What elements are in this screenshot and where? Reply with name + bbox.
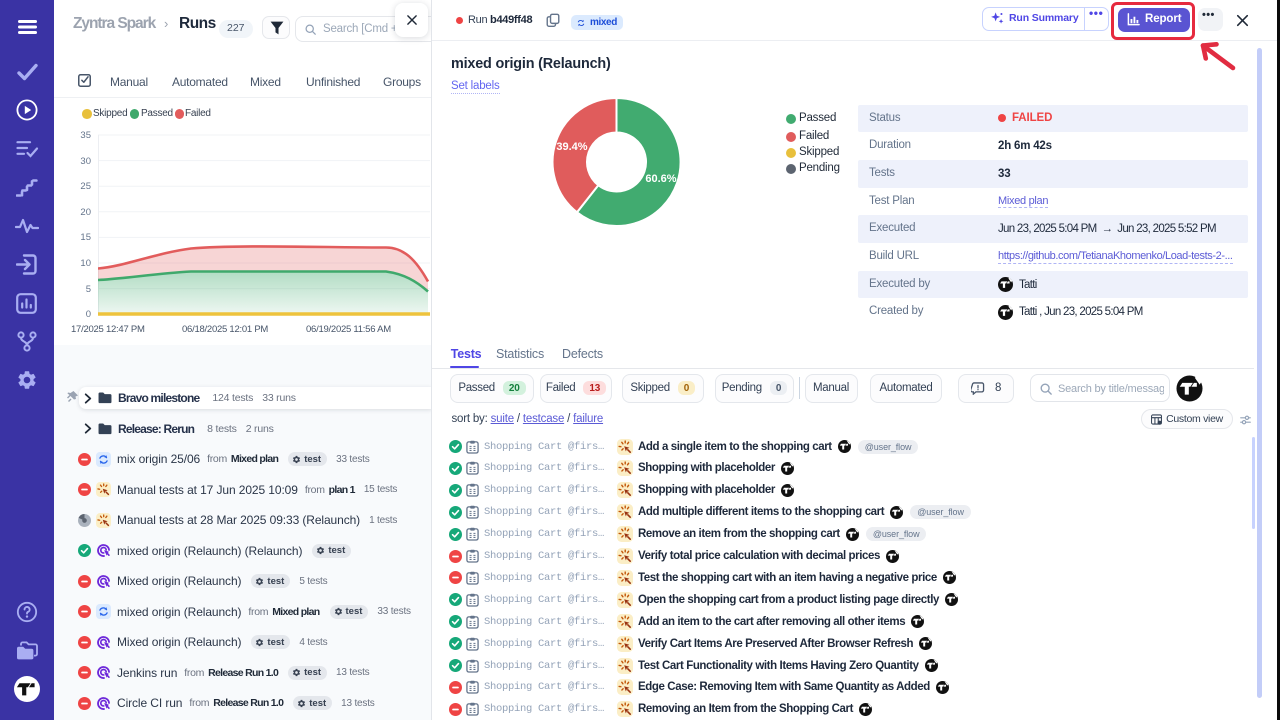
svg-text:60.6%: 60.6% [645, 173, 676, 185]
svg-text:39.4%: 39.4% [556, 141, 587, 153]
